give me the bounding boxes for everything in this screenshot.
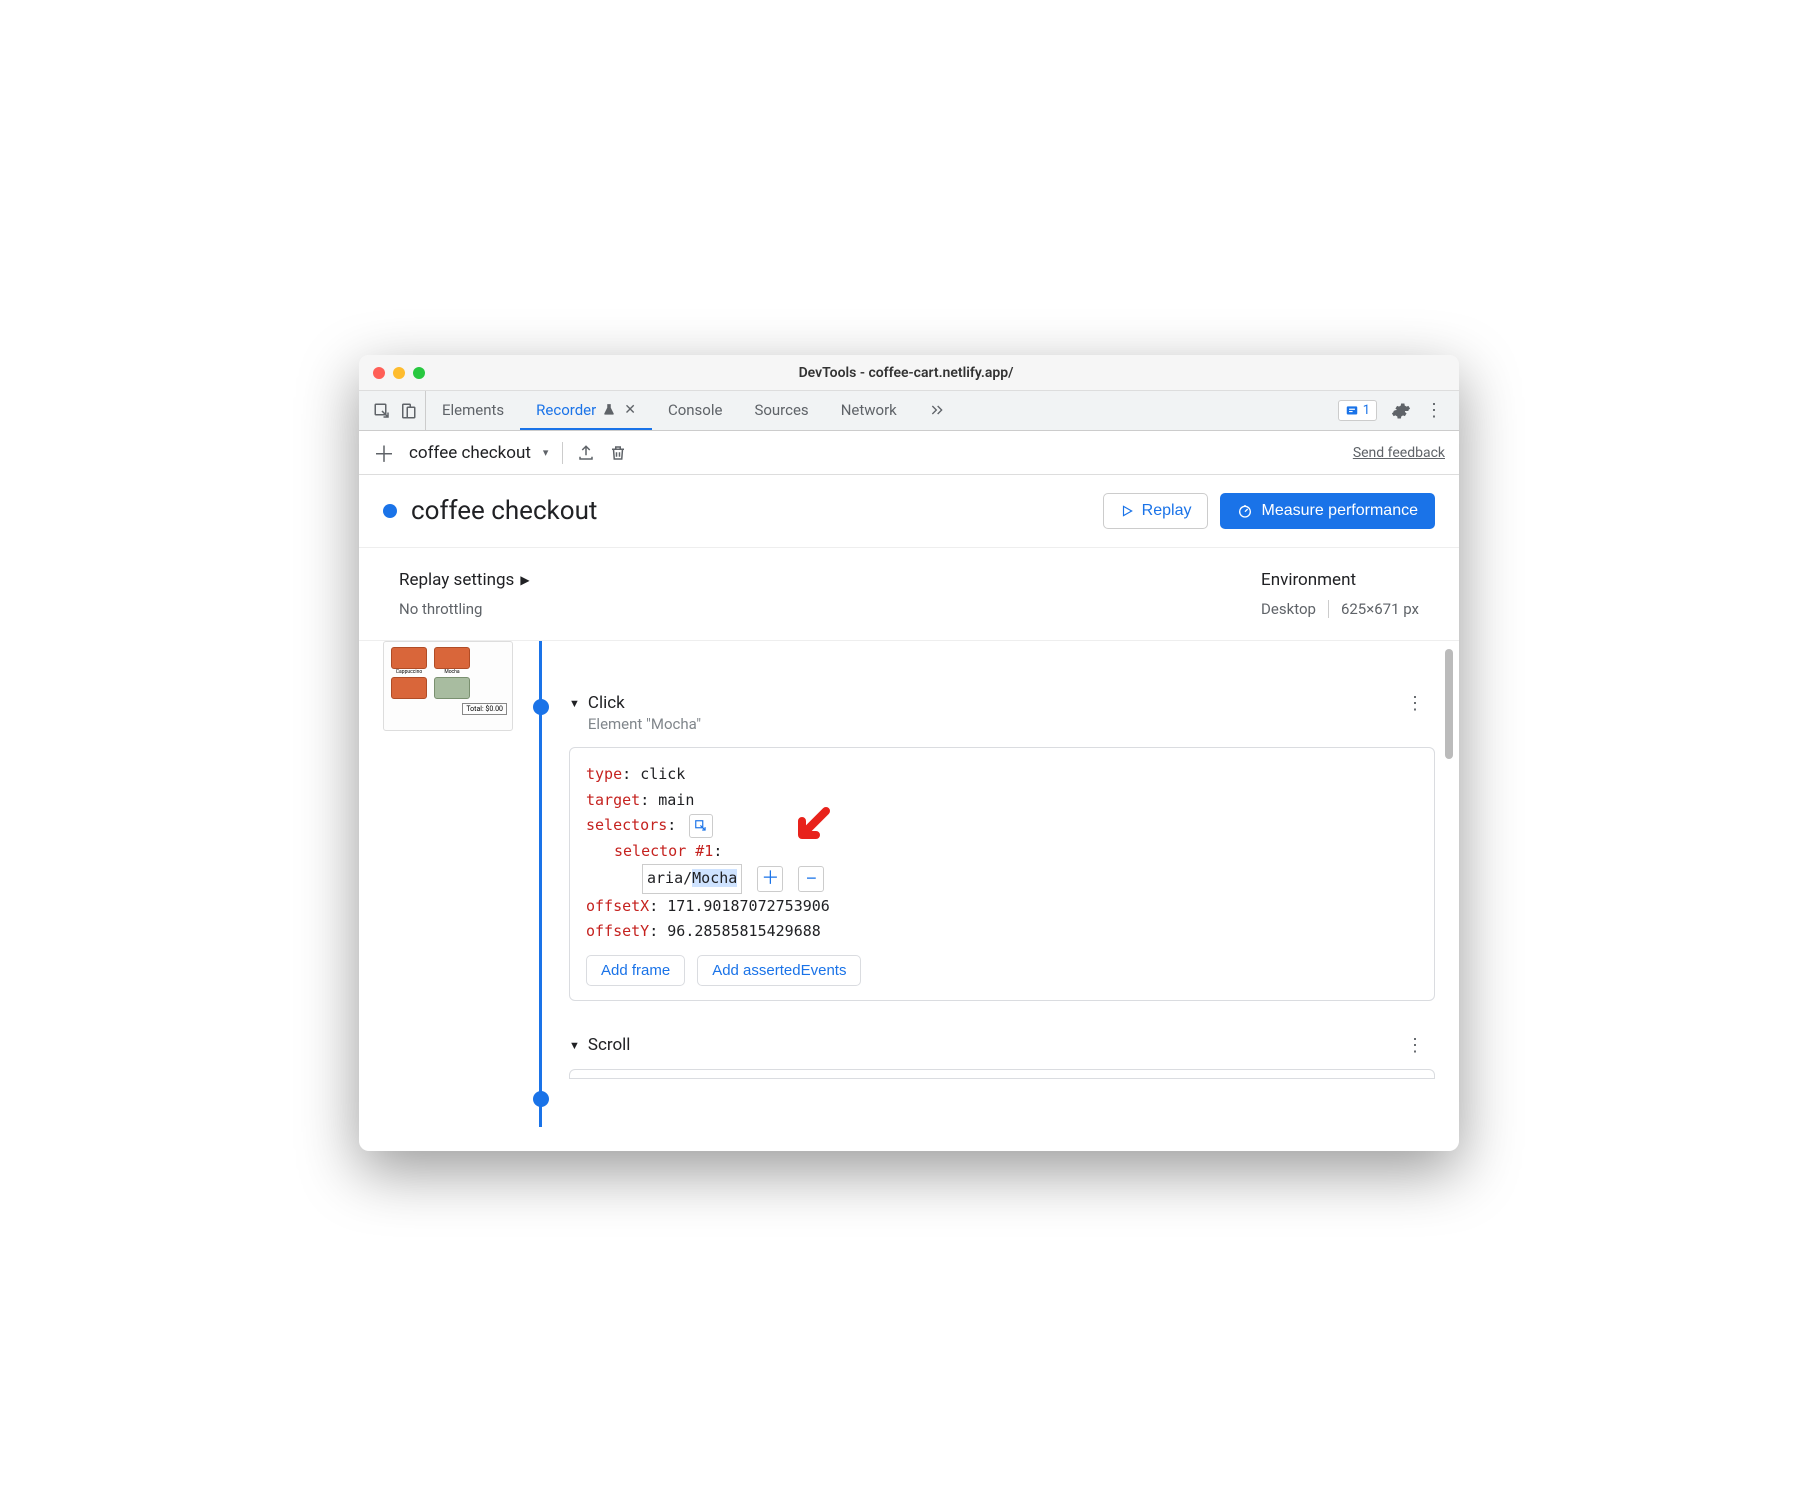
step-menu-button[interactable]: ⋮ <box>1406 1035 1425 1056</box>
devtools-tabbar: Elements Recorder ✕ Console Sources Netw… <box>359 391 1459 431</box>
step-scroll: ⋮ ▼ Scroll <box>569 1031 1435 1079</box>
step-subtitle: Element "Mocha" <box>588 715 701 733</box>
tab-elements[interactable]: Elements <box>426 391 520 430</box>
disclosure-triangle-icon: ▼ <box>569 1039 580 1052</box>
thumbnail-total: Total: $0.00 <box>462 703 507 715</box>
tab-recorder[interactable]: Recorder ✕ <box>520 391 652 430</box>
tab-console[interactable]: Console <box>652 391 739 430</box>
disclosure-triangle-icon: ▼ <box>569 697 580 710</box>
replay-settings-toggle[interactable]: Replay settings ▶ <box>399 570 1261 590</box>
status-dot <box>383 504 397 518</box>
delete-icon[interactable] <box>609 444 627 462</box>
step-header[interactable]: ▼ Click Element "Mocha" <box>569 641 1435 733</box>
more-tabs-button[interactable] <box>913 391 961 430</box>
new-recording-button[interactable]: ＋ <box>373 437 395 469</box>
timeline-line <box>531 641 551 1127</box>
step-thumbnail: Cappuccino Mocha Total: $0.00 <box>383 641 513 731</box>
issues-badge[interactable]: 1 <box>1338 400 1377 421</box>
chevron-down-icon: ▾ <box>543 446 549 459</box>
settings-row: Replay settings ▶ No throttling Environm… <box>359 548 1459 641</box>
divider <box>562 442 563 464</box>
step-title: Click <box>588 693 701 713</box>
scrollbar[interactable] <box>1443 649 1455 1143</box>
add-selector-button[interactable]: ＋ <box>757 866 783 892</box>
scrollbar-thumb[interactable] <box>1445 649 1453 759</box>
inspect-toggle-area <box>365 391 426 430</box>
add-frame-button[interactable]: Add frame <box>586 955 685 986</box>
titlebar: DevTools - coffee-cart.netlify.app/ <box>359 355 1459 391</box>
step-title: Scroll <box>588 1035 631 1055</box>
environment-label: Environment <box>1261 570 1419 590</box>
send-feedback-link[interactable]: Send feedback <box>1353 445 1445 461</box>
timeline-panel: Cappuccino Mocha Total: $0.00 <box>359 641 1459 1151</box>
throttling-value: No throttling <box>399 600 1261 618</box>
device-value: Desktop <box>1261 600 1316 618</box>
remove-selector-button[interactable]: − <box>798 866 824 892</box>
step-dot <box>533 1091 549 1107</box>
kebab-menu-icon[interactable]: ⋮ <box>1425 400 1443 421</box>
recorder-toolbar: ＋ coffee checkout ▾ Send feedback <box>359 431 1459 475</box>
element-picker-button[interactable] <box>689 814 713 838</box>
step-details-card: type: click target: main selectors: sele… <box>569 747 1435 1001</box>
tab-network[interactable]: Network <box>825 391 913 430</box>
measure-performance-button[interactable]: Measure performance <box>1220 493 1435 529</box>
chevron-right-icon: ▶ <box>520 573 529 587</box>
step-menu-button[interactable]: ⋮ <box>1406 693 1425 714</box>
device-toggle-icon[interactable] <box>399 402 417 420</box>
close-tab-icon[interactable]: ✕ <box>624 402 636 418</box>
step-click: ⋮ ▼ Click Element "Mocha" type: click ta… <box>569 641 1435 1001</box>
add-asserted-events-button[interactable]: Add assertedEvents <box>697 955 861 986</box>
window-title: DevTools - coffee-cart.netlify.app/ <box>367 365 1445 381</box>
step-dot <box>533 699 549 715</box>
recording-title: coffee checkout <box>411 496 1103 526</box>
viewport-dimensions: 625×671 px <box>1341 600 1419 618</box>
tabbar-actions: 1 ⋮ <box>1328 400 1453 421</box>
devtools-window: DevTools - coffee-cart.netlify.app/ Elem… <box>359 355 1459 1151</box>
recording-header: coffee checkout Replay Measure performan… <box>359 475 1459 548</box>
tab-sources[interactable]: Sources <box>738 391 824 430</box>
settings-gear-icon[interactable] <box>1391 401 1411 421</box>
flask-icon <box>602 403 616 417</box>
inspect-element-icon[interactable] <box>373 402 391 420</box>
divider <box>1328 600 1329 618</box>
recording-selector[interactable]: coffee checkout ▾ <box>409 443 548 463</box>
panel-tabs: Elements Recorder ✕ Console Sources Netw… <box>426 391 1328 430</box>
export-icon[interactable] <box>577 444 595 462</box>
replay-button[interactable]: Replay <box>1103 493 1209 529</box>
step-header[interactable]: ▼ Scroll <box>569 1031 1435 1055</box>
step-details-card <box>569 1069 1435 1079</box>
selector-value-input[interactable]: aria/Mocha <box>642 864 742 894</box>
